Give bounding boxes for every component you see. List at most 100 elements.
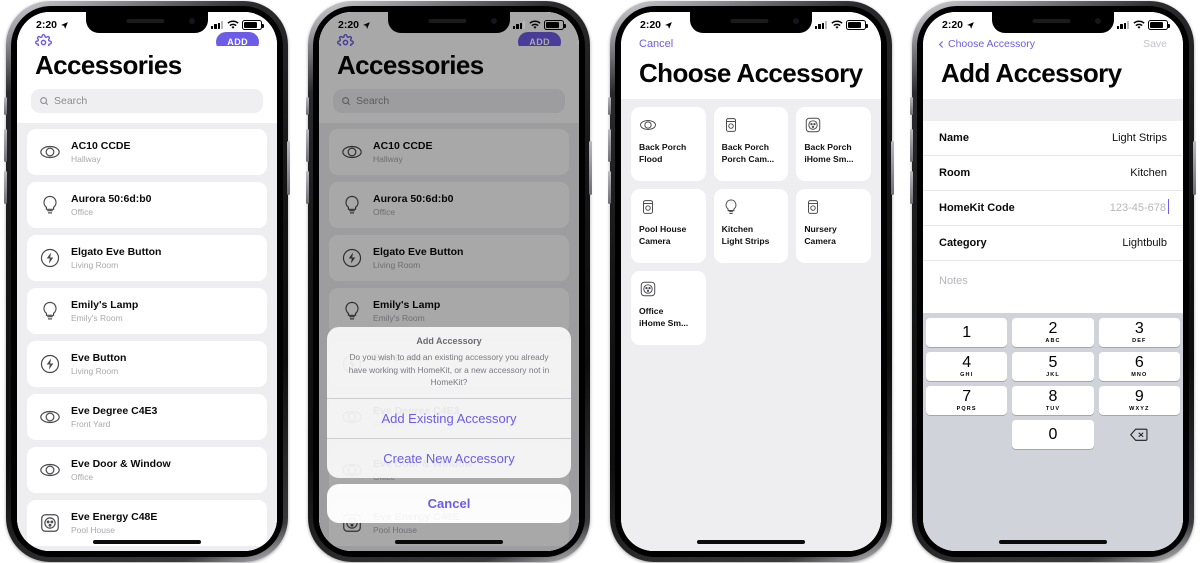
accessory-name: Aurora 50:6d:b0	[71, 193, 152, 205]
accessory-row[interactable]: Eve Door & Window Office	[27, 447, 267, 493]
accessory-card-label: Back Porch Porch Cam...	[722, 142, 781, 165]
page-title: Accessories	[17, 46, 277, 89]
silence-switch[interactable]	[608, 97, 611, 115]
form-row-category[interactable]: Category Lightbulb	[923, 226, 1183, 261]
volume-down-button[interactable]	[910, 171, 913, 204]
battery-icon	[544, 20, 566, 30]
form-row-name[interactable]: Name Light Strips	[923, 121, 1183, 156]
accessory-card[interactable]: Back Porch iHome Sm...	[796, 107, 871, 181]
accessory-card[interactable]: Back Porch Flood	[631, 107, 706, 181]
key-letters: DEF	[1132, 338, 1147, 344]
phone-screen: Choose Accessory Save Add Accessory Name…	[923, 12, 1183, 551]
cancel-button[interactable]: Cancel	[327, 484, 571, 523]
volume-up-button[interactable]	[608, 129, 611, 162]
volume-up-button[interactable]	[4, 129, 7, 162]
location-arrow-icon	[362, 21, 371, 30]
key-letters: JKL	[1046, 372, 1060, 378]
sensor-icon	[39, 406, 61, 428]
status-time: 2:20	[338, 19, 360, 31]
accessory-row[interactable]: Aurora 50:6d:b0 Office	[27, 182, 267, 228]
form-row-room[interactable]: Room Kitchen	[923, 156, 1183, 191]
accessory-card[interactable]: Back Porch Porch Cam...	[713, 107, 789, 181]
accessories-list[interactable]: AC10 CCDE Hallway Aurora 50:6d:b0 Office Elg…	[17, 123, 277, 551]
accessory-row[interactable]: AC10 CCDE Hallway	[27, 129, 267, 175]
key-number: 4	[962, 354, 972, 371]
accessory-room: Emily's Room	[71, 313, 123, 323]
accessory-card-line1: Back Porch	[804, 142, 852, 152]
volume-up-button[interactable]	[910, 129, 913, 162]
search-placeholder: Search	[54, 95, 88, 107]
outlet-icon	[39, 512, 61, 534]
key-2[interactable]: 2 ABC	[1012, 318, 1094, 347]
key-5[interactable]: 5 JKL	[1012, 352, 1094, 381]
accessory-card-line1: Back Porch	[721, 142, 769, 152]
form-field-value[interactable]: Light Strips	[1112, 132, 1167, 144]
key-0[interactable]: 0	[1012, 420, 1094, 449]
numeric-keyboard[interactable]: 1 2 ABC 3 DEF 4 GHI 5 JKL 6 MNO 7 PQRS 8 TUV 9 WXYZ 0	[923, 313, 1183, 551]
home-indicator[interactable]	[697, 540, 805, 544]
key-3[interactable]: 3 DEF	[1098, 318, 1180, 347]
camera-icon	[722, 116, 740, 134]
back-button[interactable]: Choose Accessory	[937, 38, 1035, 50]
form-field-label: Name	[939, 132, 969, 144]
key-7[interactable]: 7 PQRS	[926, 386, 1008, 415]
accessory-card-line2: iHome Sm...	[804, 153, 854, 164]
form-field-value[interactable]: 123-45-678	[1110, 199, 1170, 214]
phone-mockup-row: ADD Accessories Search AC10 CCDE Hallway A…	[0, 0, 1200, 563]
back-button-label: Choose Accessory	[948, 38, 1035, 50]
search-input[interactable]: Search	[31, 89, 263, 113]
accessory-card-line2: Camera	[804, 235, 836, 246]
notch	[86, 12, 208, 33]
power-button[interactable]	[287, 141, 290, 195]
power-button[interactable]	[891, 141, 894, 195]
create-new-accessory-button[interactable]: Create New Accessory	[327, 438, 571, 478]
cellular-bars-icon	[815, 21, 827, 29]
silence-switch[interactable]	[306, 97, 309, 115]
accessory-row[interactable]: Eve Button Living Room	[27, 341, 267, 387]
cellular-bars-icon	[1117, 21, 1129, 29]
accessory-card[interactable]: Pool House Camera	[631, 189, 706, 263]
key-1[interactable]: 1	[926, 318, 1008, 347]
accessory-card[interactable]: Kitchen Light Strips	[713, 189, 789, 263]
key-4[interactable]: 4 GHI	[926, 352, 1008, 381]
phone-4-add-accessory-form: Choose Accessory Save Add Accessory Name…	[910, 1, 1196, 562]
backspace-key[interactable]	[1099, 420, 1180, 449]
volume-down-button[interactable]	[608, 171, 611, 204]
power-button[interactable]	[1193, 141, 1196, 195]
form-field-value[interactable]: Lightbulb	[1122, 237, 1167, 249]
accessory-card-label: Pool House Camera	[639, 224, 698, 247]
key-8[interactable]: 8 TUV	[1012, 386, 1094, 415]
power-button[interactable]	[589, 141, 592, 195]
phone-3-choose-accessory: Cancel Choose Accessory Back Porch Flood B…	[608, 1, 894, 562]
accessory-name: AC10 CCDE	[71, 140, 131, 152]
battery-icon	[846, 20, 868, 30]
key-letters: TUV	[1045, 406, 1061, 412]
add-existing-accessory-button[interactable]: Add Existing Accessory	[327, 398, 571, 438]
silence-switch[interactable]	[4, 97, 7, 115]
phone-2-add-accessory-sheet: ADD Accessories Search AC10 CCDE Hallway A…	[306, 1, 592, 562]
save-button[interactable]: Save	[1143, 38, 1167, 50]
accessory-row[interactable]: Eve Degree C4E3 Front Yard	[27, 394, 267, 440]
volume-down-button[interactable]	[306, 171, 309, 204]
form-field-value[interactable]: Kitchen	[1130, 167, 1167, 179]
volume-down-button[interactable]	[4, 171, 7, 204]
accessory-row[interactable]: Elgato Eve Button Living Room	[27, 235, 267, 281]
location-arrow-icon	[966, 21, 975, 30]
outlet-icon	[639, 280, 657, 298]
key-6[interactable]: 6 MNO	[1098, 352, 1180, 381]
action-sheet-header: Add Accessory Do you wish to add an exis…	[327, 327, 571, 398]
accessory-row[interactable]: Emily's Lamp Emily's Room	[27, 288, 267, 334]
status-time: 2:20	[942, 19, 964, 31]
home-indicator[interactable]	[93, 540, 201, 544]
notes-field[interactable]: Notes	[923, 261, 1183, 313]
accessory-grid[interactable]: Back Porch Flood Back Porch Porch Cam... Bac…	[631, 107, 871, 345]
lightbulb-icon	[39, 300, 61, 322]
key-9[interactable]: 9 WXYZ	[1098, 386, 1180, 415]
home-indicator[interactable]	[395, 540, 503, 544]
home-indicator[interactable]	[999, 540, 1107, 544]
form-row-homekit-code[interactable]: HomeKit Code 123-45-678	[923, 191, 1183, 226]
accessory-card[interactable]: Nursery Camera	[796, 189, 871, 263]
volume-up-button[interactable]	[306, 129, 309, 162]
silence-switch[interactable]	[910, 97, 913, 115]
accessory-card[interactable]: Office iHome Sm...	[631, 271, 706, 345]
